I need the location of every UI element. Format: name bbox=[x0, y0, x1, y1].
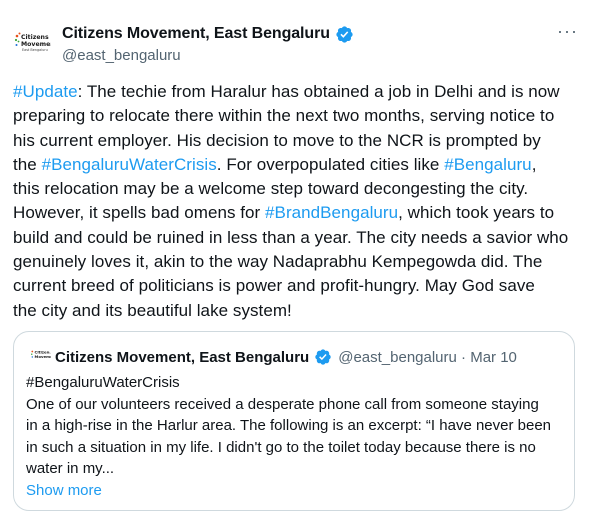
tweet-body: #Update: The techie from Haralur has obt… bbox=[13, 80, 593, 323]
quoted-author-avatar[interactable]: Citizens Movement bbox=[29, 346, 51, 368]
citizens-movement-logo: Citizens Movement bbox=[29, 346, 51, 368]
hashtag-link[interactable]: #BengaluruWaterCrisis bbox=[42, 155, 217, 174]
quoted-tweet[interactable]: Citizens Movement Citizens Movement, Eas… bbox=[13, 331, 575, 511]
verified-badge-icon bbox=[314, 348, 332, 366]
svg-text:Movement: Movement bbox=[21, 41, 51, 48]
tweet: Citizens Movement East Bengaluru Citizen… bbox=[0, 0, 600, 511]
tweet-body-line: genuinely loves it, akin to the way Nada… bbox=[13, 250, 593, 274]
quoted-body-line: #BengaluruWaterCrisis bbox=[26, 374, 180, 391]
tweet-text: preparing to relocate there within the n… bbox=[13, 106, 555, 126]
show-more-link[interactable]: Show more bbox=[26, 480, 566, 502]
tweet-text: build and could be ruined in less than a… bbox=[13, 227, 569, 247]
tweet-text: genuinely loves it, akin to the way Nada… bbox=[13, 252, 543, 272]
quoted-meta[interactable]: @east_bengaluru · Mar 10 bbox=[338, 349, 517, 366]
more-options-icon[interactable]: ··· bbox=[557, 22, 578, 40]
tweet-body-line: However, it spells bad omens for #BrandB… bbox=[13, 201, 593, 225]
tweet-text: this relocation may be a welcome step to… bbox=[13, 179, 529, 199]
quoted-body-line: in such a situation in my life. I didn't… bbox=[26, 438, 536, 456]
tweet-text: However, it spells bad omens for bbox=[13, 203, 266, 223]
hashtag-link[interactable]: #Update bbox=[13, 82, 78, 101]
tweet-text: : The techie from Haralur has obtained a… bbox=[77, 82, 560, 101]
tweet-body-line: the #BengaluruWaterCrisis. For overpopul… bbox=[13, 153, 593, 177]
quoted-body-line: One of our volunteers received a despera… bbox=[26, 395, 539, 413]
svg-text:Movement: Movement bbox=[35, 354, 52, 359]
tweet-body-line: preparing to relocate there within the n… bbox=[13, 104, 593, 128]
verified-badge-icon bbox=[335, 25, 354, 44]
quoted-body: #BengaluruWaterCrisis One of our volunte… bbox=[26, 372, 566, 501]
author-avatar[interactable]: Citizens Movement East Bengaluru bbox=[11, 26, 51, 66]
citizens-movement-logo: Citizens Movement East Bengaluru bbox=[11, 26, 51, 66]
tweet-body-line: current breed of politicians is power an… bbox=[13, 274, 593, 298]
quoted-body-line: in a high-rise in the Harlur area. The f… bbox=[26, 417, 552, 434]
quoted-body-line: water in my... bbox=[26, 460, 115, 477]
hashtag-link[interactable]: #Bengaluru bbox=[444, 155, 531, 174]
tweet-text: . For overpopulated cities like bbox=[216, 154, 445, 174]
quoted-author-name[interactable]: Citizens Movement, East Bengaluru bbox=[55, 349, 309, 366]
tweet-body-line: his current employer. His decision to mo… bbox=[13, 129, 593, 153]
tweet-body-line: the city and its beautiful lake system! bbox=[13, 299, 593, 323]
tweet-header: Citizens Movement, East Bengaluru @east_… bbox=[62, 23, 580, 64]
tweet-text: the bbox=[13, 154, 42, 174]
tweet-text: his current employer. His decision to mo… bbox=[13, 130, 541, 150]
author-name[interactable]: Citizens Movement, East Bengaluru bbox=[62, 25, 330, 43]
tweet-text: , bbox=[531, 154, 537, 174]
svg-text:East Bengaluru: East Bengaluru bbox=[22, 48, 48, 52]
tweet-body-line: build and could be ruined in less than a… bbox=[13, 226, 593, 250]
tweet-text: , which took years to bbox=[398, 203, 555, 223]
tweet-body-line: this relocation may be a welcome step to… bbox=[13, 177, 593, 201]
tweet-body-line: #Update: The techie from Haralur has obt… bbox=[13, 80, 593, 104]
svg-text:Citizens: Citizens bbox=[21, 34, 49, 41]
tweet-text: current breed of politicians is power an… bbox=[13, 276, 535, 296]
tweet-text: the city and its beautiful lake system! bbox=[13, 300, 292, 320]
author-handle[interactable]: @east_bengaluru bbox=[62, 47, 580, 64]
quoted-header: Citizens Movement, East Bengaluru @east_… bbox=[55, 346, 517, 368]
hashtag-link[interactable]: #BrandBengaluru bbox=[265, 203, 398, 222]
